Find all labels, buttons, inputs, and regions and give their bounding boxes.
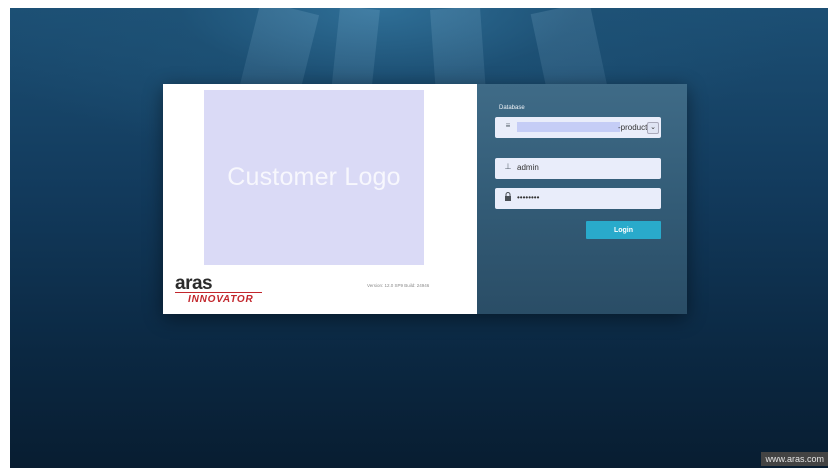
aras-innovator-logo: aras INNOVATOR (175, 273, 262, 305)
branding-panel: Customer Logo aras INNOVATOR Version: 12… (163, 84, 477, 314)
brand-product: INNOVATOR (188, 294, 254, 305)
chevron-down-icon[interactable]: ⌄ (647, 122, 659, 134)
database-value-highlight (517, 122, 620, 132)
username-value: admin (517, 163, 539, 172)
list-icon: ≡ (505, 121, 511, 130)
login-screen-background: Customer Logo aras INNOVATOR Version: 12… (10, 8, 828, 468)
brand-underline (175, 292, 262, 293)
brand-name: aras (175, 273, 213, 294)
database-select[interactable]: ≡ -producti ⌄ (495, 117, 661, 138)
login-button[interactable]: Login (586, 221, 661, 239)
password-field[interactable]: •••••••• (495, 188, 661, 209)
user-icon: ⊥ (504, 162, 512, 171)
login-dialog: Customer Logo aras INNOVATOR Version: 12… (163, 84, 687, 314)
lock-icon (503, 192, 513, 203)
password-value: •••••••• (517, 193, 540, 202)
aras-website-link[interactable]: www.aras.com (761, 452, 828, 466)
database-label: Database (499, 105, 525, 111)
customer-logo-text: Customer Logo (227, 163, 401, 191)
username-field[interactable]: ⊥ admin (495, 158, 661, 179)
customer-logo-placeholder: Customer Logo (204, 90, 424, 265)
database-value: -producti (618, 123, 650, 132)
login-form-panel: Database ≡ -producti ⌄ ⊥ admin •••••••• (477, 84, 687, 314)
version-info: Version: 12.0 SP9 Build: 24946 (367, 283, 430, 288)
